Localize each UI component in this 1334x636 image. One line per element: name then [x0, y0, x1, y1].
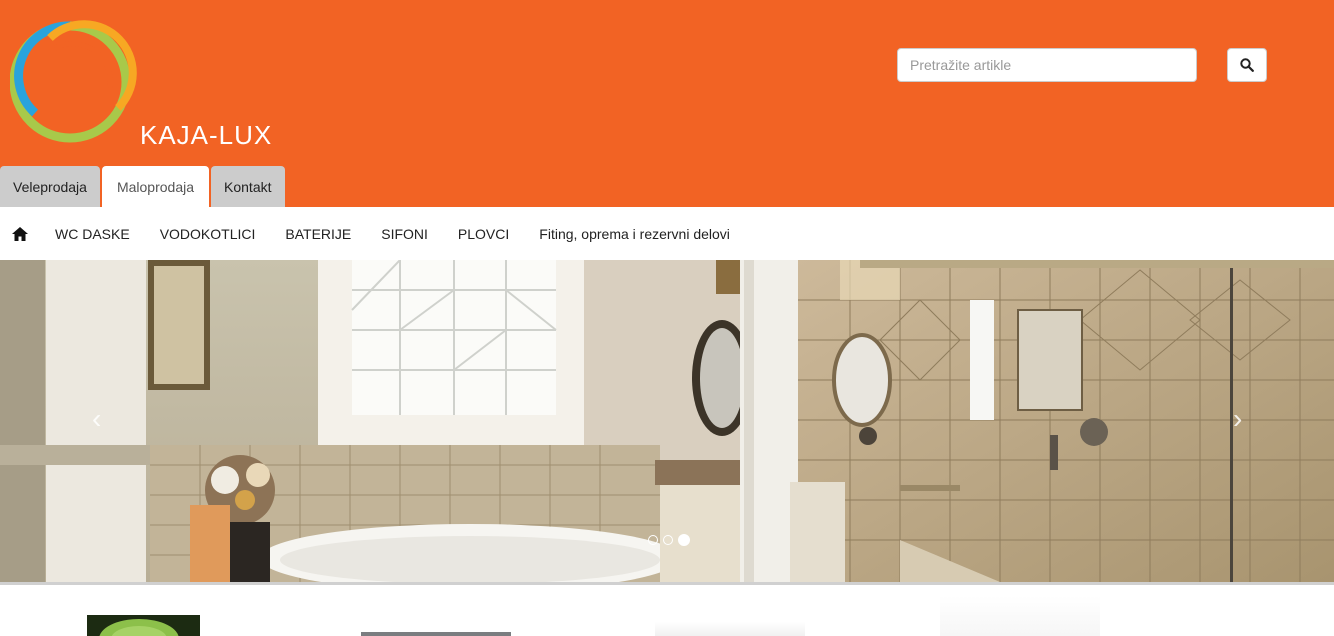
category-nav: WC DASKE VODOKOTLICI BATERIJE SIFONI PLO…	[0, 207, 1334, 260]
search-icon	[1240, 58, 1254, 72]
carousel-next[interactable]: ›	[1233, 405, 1242, 433]
nav-item-fiting[interactable]: Fiting, oprema i rezervni delovi	[524, 207, 745, 260]
home-icon	[12, 226, 28, 241]
carousel-indicator-2[interactable]	[663, 535, 673, 545]
site-header: KAJA-LUX Veleprodaja Maloprodaja Kontakt	[0, 0, 1334, 207]
carousel-divider	[0, 582, 1334, 585]
home-link[interactable]	[0, 207, 40, 260]
rings-logo-icon	[10, 20, 137, 143]
nav-item-baterije[interactable]: BATERIJE	[270, 207, 366, 260]
logo[interactable]: KAJA-LUX	[10, 18, 310, 150]
search-input[interactable]	[897, 48, 1197, 82]
product-thumb-3[interactable]	[655, 622, 805, 636]
nav-item-sifoni[interactable]: SIFONI	[366, 207, 443, 260]
carousel-indicators	[648, 534, 690, 546]
product-thumb-2[interactable]	[361, 632, 511, 636]
main-tabs: Veleprodaja Maloprodaja Kontakt	[0, 166, 285, 207]
chevron-left-icon: ‹	[92, 403, 102, 434]
nav-item-vodokotlici[interactable]: VODOKOTLICI	[145, 207, 271, 260]
carousel-indicator-1[interactable]	[648, 535, 658, 545]
product-thumb-1[interactable]	[87, 615, 200, 636]
search-button[interactable]	[1227, 48, 1267, 82]
brand-name: KAJA-LUX	[140, 120, 273, 150]
chevron-right-icon: ›	[1233, 403, 1243, 434]
tab-veleprodaja[interactable]: Veleprodaja	[0, 166, 100, 207]
tab-kontakt[interactable]: Kontakt	[211, 166, 285, 207]
nav-item-wc-daske[interactable]: WC DASKE	[40, 207, 145, 260]
tab-maloprodaja[interactable]: Maloprodaja	[101, 166, 210, 207]
nav-item-plovci[interactable]: PLOVCI	[443, 207, 524, 260]
product-thumb-4[interactable]	[940, 596, 1100, 636]
carousel-prev[interactable]: ‹	[92, 405, 101, 433]
carousel-indicator-3[interactable]	[678, 534, 690, 546]
